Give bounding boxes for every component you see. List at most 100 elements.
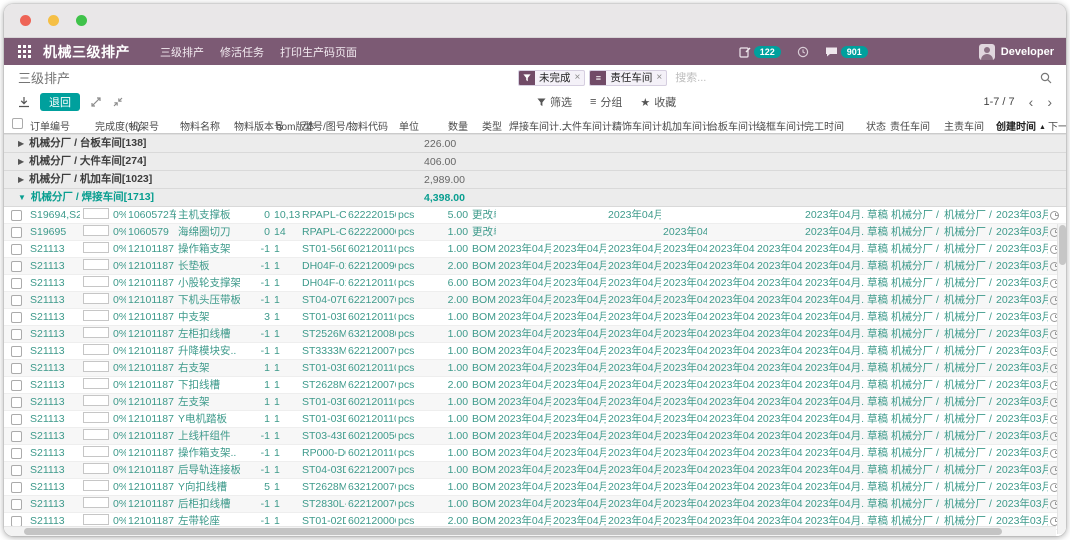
- vertical-scrollbar-thumb[interactable]: [1059, 225, 1066, 265]
- nav-menu-0[interactable]: 三级排产: [160, 47, 204, 59]
- favorites-button[interactable]: ★ 收藏: [640, 94, 676, 110]
- filters-button[interactable]: 筛选: [537, 94, 572, 110]
- row-checkbox[interactable]: [11, 448, 22, 459]
- activities-button[interactable]: 122: [739, 46, 781, 58]
- progress-input[interactable]: [83, 412, 109, 423]
- progress-input[interactable]: [83, 463, 109, 474]
- row-checkbox[interactable]: [11, 346, 22, 357]
- record-row[interactable]: S211130%12101187后导轨连接板-11ST04-03D6221200…: [4, 462, 1066, 479]
- record-row[interactable]: S211130%12101187升降模块安..-11ST3333M-03..62…: [4, 343, 1066, 360]
- nav-menu-2[interactable]: 打印生产码页面: [280, 47, 357, 59]
- progress-input[interactable]: [83, 310, 109, 321]
- search-icon[interactable]: [1040, 72, 1052, 84]
- group-row[interactable]: ▼机械分厂 / 焊接车间[1713]4,398.00: [4, 189, 1066, 207]
- record-row[interactable]: S211130%12101187下机头压带板-11ST04-07D6221200…: [4, 292, 1066, 309]
- record-row[interactable]: S196950%1060579海绵圈切刀014RPAPL-CFM-..62222…: [4, 224, 1066, 241]
- progress-input[interactable]: [83, 293, 109, 304]
- vertical-scrollbar[interactable]: [1057, 224, 1066, 534]
- row-checkbox[interactable]: [11, 312, 22, 323]
- pager-next-icon[interactable]: ›: [1047, 97, 1052, 107]
- column-header-18[interactable]: 状态: [866, 118, 886, 133]
- search-facet-filter[interactable]: 未完成 ×: [518, 70, 585, 86]
- column-header-22[interactable]: 下一...: [1048, 118, 1066, 133]
- record-row[interactable]: S211130%12101187中支架31ST01-03D-9602120110…: [4, 309, 1066, 326]
- progress-input[interactable]: [83, 242, 109, 253]
- expand-icon[interactable]: [90, 96, 102, 108]
- record-row[interactable]: S211130%12101187下扣线槽11ST2628M-02..622120…: [4, 377, 1066, 394]
- select-all-checkbox[interactable]: [12, 118, 23, 129]
- pager-previous-icon[interactable]: ‹: [1029, 97, 1034, 107]
- column-header-8[interactable]: 单位: [399, 118, 419, 133]
- column-header-19[interactable]: 责任车间: [890, 118, 930, 133]
- progress-input[interactable]: [83, 514, 109, 525]
- row-checkbox[interactable]: [11, 261, 22, 272]
- row-checkbox[interactable]: [11, 414, 22, 425]
- record-row[interactable]: S211130%12101187Y向扣线槽51ST2628M-01..63212…: [4, 479, 1066, 496]
- horizontal-scrollbar[interactable]: [4, 526, 1056, 536]
- row-checkbox[interactable]: [11, 278, 22, 289]
- column-header-2[interactable]: 机架号: [129, 118, 159, 133]
- record-row[interactable]: S211130%12101187右支架11ST01-03D-1060212011…: [4, 360, 1066, 377]
- progress-input[interactable]: [83, 378, 109, 389]
- record-row[interactable]: S211130%12101187小股轮支撑架-11DH04F-01-236221…: [4, 275, 1066, 292]
- return-button[interactable]: 退回: [40, 93, 80, 111]
- row-checkbox[interactable]: [11, 499, 22, 510]
- column-header-7[interactable]: 物料代码: [348, 118, 388, 133]
- record-row[interactable]: S211130%12101187长垫板-11DH04F-01C-..622120…: [4, 258, 1066, 275]
- apps-menu-icon[interactable]: [18, 45, 31, 58]
- row-checkbox[interactable]: [11, 380, 22, 391]
- column-header-17[interactable]: 完工时间: [804, 118, 844, 133]
- row-checkbox[interactable]: [11, 431, 22, 442]
- close-window-button[interactable]: [20, 15, 31, 26]
- search-facet-groupby[interactable]: ≡ 责任车间 ×: [589, 70, 667, 86]
- column-header-20[interactable]: 主责车间: [944, 118, 984, 133]
- row-checkbox[interactable]: [11, 363, 22, 374]
- row-checkbox[interactable]: [11, 244, 22, 255]
- progress-input[interactable]: [83, 276, 109, 287]
- column-header-21[interactable]: 创建时间▲: [996, 118, 1046, 133]
- record-row[interactable]: S211130%12101187左柜扣线槽-11ST2526M-02..6321…: [4, 326, 1066, 343]
- record-row[interactable]: S211130%12101187操作箱支架..-11RP000-D02-..60…: [4, 445, 1066, 462]
- group-row[interactable]: ▶机械分厂 / 大件车间[274]406.00: [4, 153, 1066, 171]
- progress-input[interactable]: [83, 259, 109, 270]
- messages-button[interactable]: 901: [825, 46, 868, 58]
- group-row[interactable]: ▶机械分厂 / 台板车间[138]226.00: [4, 135, 1066, 153]
- search-input[interactable]: [671, 72, 1036, 84]
- column-header-9[interactable]: 数量: [448, 118, 468, 133]
- remove-facet-icon[interactable]: ×: [575, 71, 585, 85]
- row-checkbox[interactable]: [11, 227, 22, 238]
- progress-input[interactable]: [83, 208, 109, 219]
- column-header-10[interactable]: 类型: [482, 118, 502, 133]
- clock-button[interactable]: [797, 46, 809, 58]
- record-row[interactable]: S19694,S20..0%1060572车..主机支撑板010,13,14RP…: [4, 207, 1066, 224]
- remove-facet-icon[interactable]: ×: [656, 71, 666, 85]
- record-row[interactable]: S211130%12101187后柜扣线槽-11ST2830L-01-..622…: [4, 496, 1066, 513]
- export-icon[interactable]: [18, 96, 30, 108]
- group-row[interactable]: ▶机械分厂 / 机加车间[1023]2,989.00: [4, 171, 1066, 189]
- row-checkbox[interactable]: [11, 329, 22, 340]
- row-checkbox[interactable]: [11, 397, 22, 408]
- progress-input[interactable]: [83, 429, 109, 440]
- progress-input[interactable]: [83, 327, 109, 338]
- progress-input[interactable]: [83, 497, 109, 508]
- progress-input[interactable]: [83, 480, 109, 491]
- user-menu[interactable]: Developer: [979, 44, 1054, 60]
- column-header-0[interactable]: 订单编号: [30, 118, 70, 133]
- column-header-3[interactable]: 物料名称: [180, 118, 220, 133]
- minimize-window-button[interactable]: [48, 15, 59, 26]
- progress-input[interactable]: [83, 344, 109, 355]
- row-checkbox[interactable]: [11, 210, 22, 221]
- row-checkbox[interactable]: [11, 482, 22, 493]
- progress-input[interactable]: [83, 446, 109, 457]
- record-row[interactable]: S211130%12101187左支架11ST01-03D-8602120110…: [4, 394, 1066, 411]
- row-checkbox[interactable]: [11, 465, 22, 476]
- record-row[interactable]: S211130%12101187上线杆组件-11ST03-43D60212005…: [4, 428, 1066, 445]
- nav-menu-1[interactable]: 修活任务: [220, 47, 264, 59]
- progress-input[interactable]: [83, 225, 109, 236]
- horizontal-scrollbar-thumb[interactable]: [24, 528, 1002, 535]
- column-header-11[interactable]: 焊接车间计...: [509, 118, 567, 133]
- activity-clock-icon[interactable]: [1050, 211, 1059, 220]
- record-row[interactable]: S211130%12101187操作箱支架-11ST01-56D60212011…: [4, 241, 1066, 258]
- progress-input[interactable]: [83, 395, 109, 406]
- maximize-window-button[interactable]: [76, 15, 87, 26]
